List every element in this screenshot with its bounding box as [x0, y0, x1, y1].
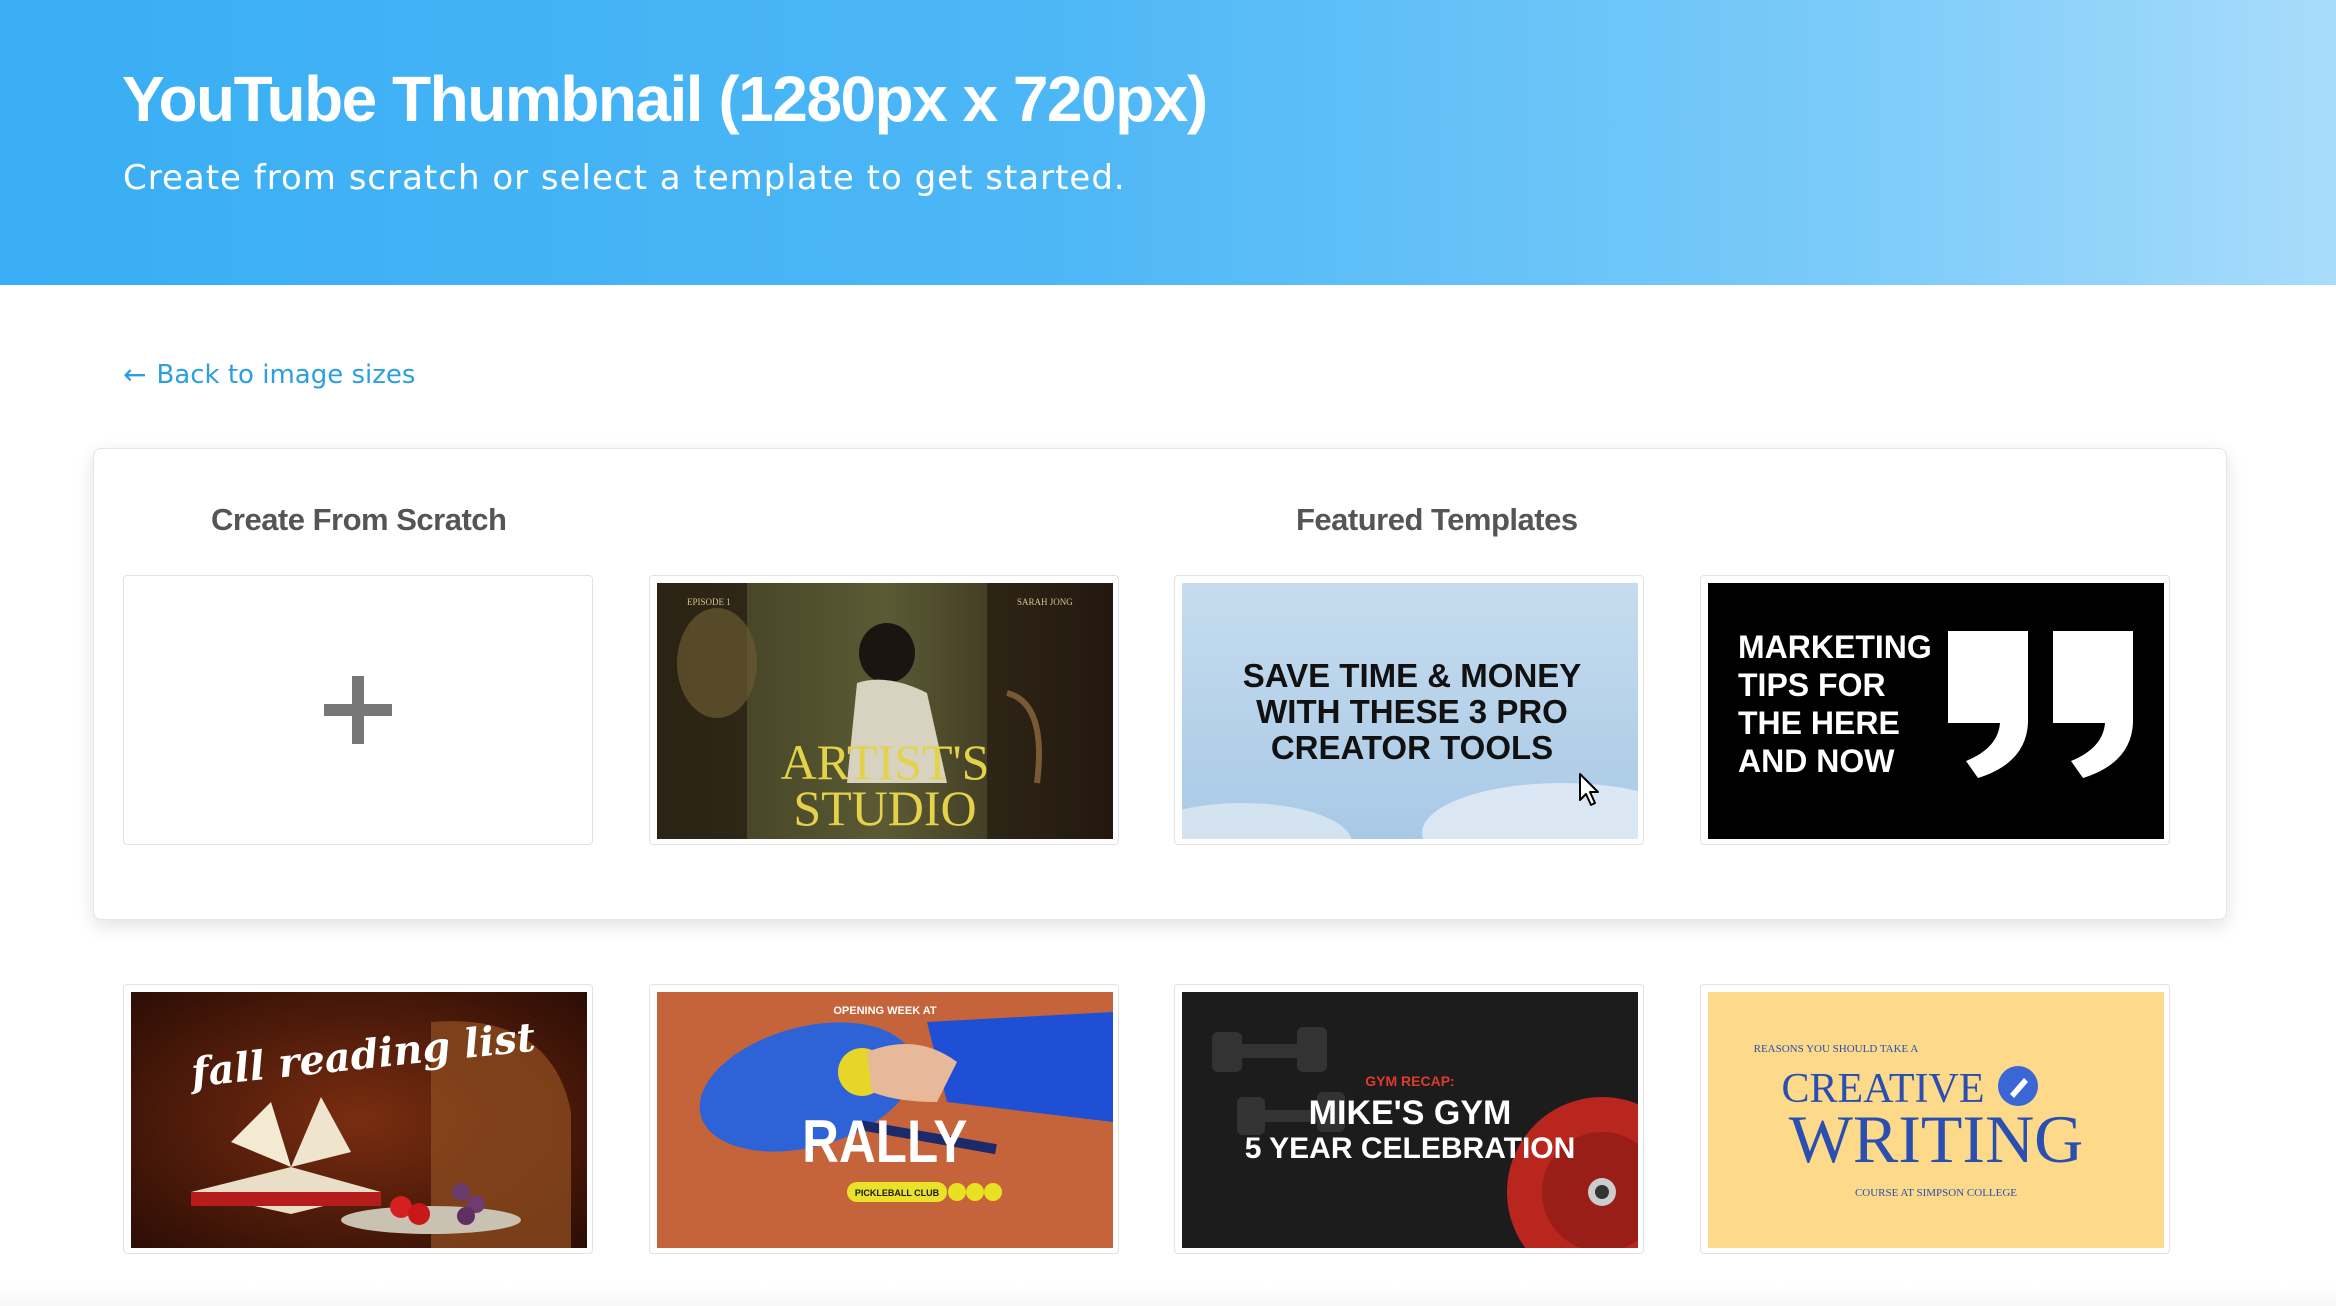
template-thumbnail: OPENING WEEK AT RALLY PICKLEBALL CLUB	[657, 992, 1113, 1248]
template-card-creator-tools[interactable]: SAVE TIME & MONEY WITH THESE 3 PRO CREAT…	[1174, 575, 1644, 845]
template-card-marketing-tips[interactable]: MARKETING TIPS FOR THE HERE AND NOW	[1700, 575, 2170, 845]
template-thumbnail: MARKETING TIPS FOR THE HERE AND NOW	[1708, 583, 2164, 839]
create-from-scratch-card[interactable]	[123, 575, 593, 845]
arrow-left-icon: ←	[123, 358, 147, 391]
template-card-fall-reading-list[interactable]: fall reading list	[123, 984, 593, 1254]
featured-templates-heading: Featured Templates	[1296, 502, 1578, 537]
template-card-rally-pickleball[interactable]: OPENING WEEK AT RALLY PICKLEBALL CLUB	[649, 984, 1119, 1254]
thumb-kicker: GYM RECAP:	[1365, 1073, 1454, 1089]
page-header: YouTube Thumbnail (1280px x 720px) Creat…	[0, 0, 2336, 285]
template-thumbnail: GYM RECAP: MIKE'S GYM 5 YEAR CELEBRATION	[1182, 992, 1638, 1248]
back-link-label: Back to image sizes	[156, 359, 416, 390]
thumb-kicker: REASONS YOU SHOULD TAKE A	[1754, 1043, 1919, 1055]
thumb-line4: AND NOW	[1738, 743, 1895, 779]
thumb-line3: CREATOR TOOLS	[1271, 729, 1553, 766]
thumb-line1: MARKETING	[1738, 629, 1932, 665]
page-bottom-fade	[0, 1286, 2336, 1306]
thumb-footer: COURSE AT SIMPSON COLLEGE	[1855, 1187, 2017, 1199]
thumb-line1: SAVE TIME & MONEY	[1243, 657, 1582, 694]
template-card-creative-writing[interactable]: REASONS YOU SHOULD TAKE A CREATIVE WRITI…	[1700, 984, 2170, 1254]
back-to-image-sizes-link[interactable]: ← Back to image sizes	[123, 358, 415, 391]
page-title: YouTube Thumbnail (1280px x 720px)	[122, 63, 1208, 135]
thumb-corner-right: SARAH JONG	[1017, 597, 1073, 607]
thumb-badge: PICKLEBALL CLUB	[855, 1188, 940, 1198]
template-thumbnail: EPISODE 1 SARAH JONG ARTIST'S STUDIO	[657, 583, 1113, 839]
thumb-line3: THE HERE	[1738, 705, 1900, 741]
thumb-title: RALLY	[802, 1108, 967, 1175]
template-thumbnail: fall reading list	[131, 992, 587, 1248]
thumb-line2: TIPS FOR	[1738, 667, 1886, 703]
template-thumbnail: REASONS YOU SHOULD TAKE A CREATIVE WRITI…	[1708, 992, 2164, 1248]
thumb-kicker: OPENING WEEK AT	[833, 1005, 937, 1017]
template-card-artists-studio[interactable]: EPISODE 1 SARAH JONG ARTIST'S STUDIO	[649, 575, 1119, 845]
thumb-title-line2: STUDIO	[793, 780, 976, 836]
template-thumbnail: SAVE TIME & MONEY WITH THESE 3 PRO CREAT…	[1182, 583, 1638, 839]
mouse-cursor-icon	[1579, 773, 1599, 806]
thumb-line1: MIKE'S GYM	[1309, 1094, 1512, 1132]
page-subtitle: Create from scratch or select a template…	[123, 158, 1126, 198]
thumb-line2: WRITING	[1789, 1101, 2084, 1177]
template-card-mikes-gym[interactable]: GYM RECAP: MIKE'S GYM 5 YEAR CELEBRATION	[1174, 984, 1644, 1254]
thumb-corner-left: EPISODE 1	[687, 597, 731, 607]
thumb-line2: 5 YEAR CELEBRATION	[1245, 1132, 1576, 1165]
plus-icon	[124, 576, 592, 844]
create-from-scratch-heading: Create From Scratch	[211, 502, 507, 537]
thumb-line2: WITH THESE 3 PRO	[1256, 693, 1568, 730]
